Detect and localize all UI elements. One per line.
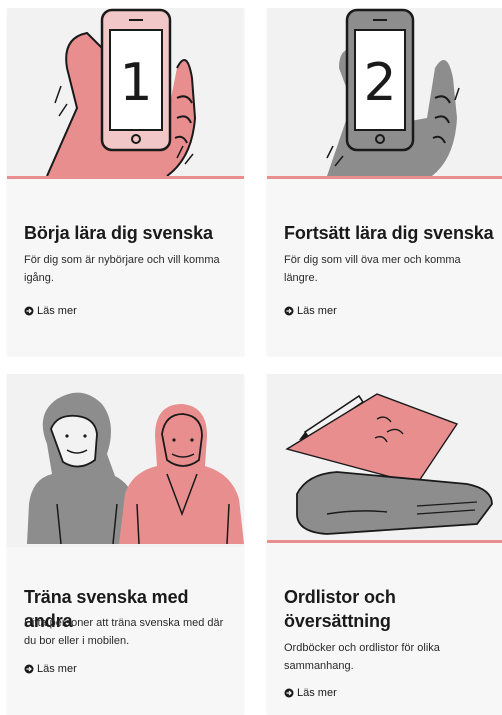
card-title[interactable]: Ordlistor och översättning <box>284 585 424 633</box>
card-title[interactable]: Fortsätt lära dig svenska <box>284 221 496 245</box>
card-fortsatt[interactable]: 2 Fortsätt lära dig svenska För dig som … <box>267 8 502 355</box>
read-more-link[interactable]: Läs mer <box>284 305 337 317</box>
read-more-link[interactable]: Läs mer <box>24 663 77 675</box>
hand-phone-1-illustration: 1 <box>7 8 244 176</box>
arrow-right-circle-icon <box>284 306 294 316</box>
arrow-right-circle-icon <box>24 664 34 674</box>
phone-number-1: 1 <box>119 53 152 113</box>
read-more-label: Läs mer <box>37 663 77 675</box>
hand-phone-2-illustration: 2 <box>267 8 502 176</box>
card-divider <box>267 540 502 543</box>
card-divider <box>7 544 244 547</box>
read-more-label: Läs mer <box>37 305 77 317</box>
read-more-label: Läs mer <box>297 305 337 317</box>
card-description: Hitta personer att träna svenska med där… <box>24 617 224 647</box>
paper-book-illustration <box>267 374 502 540</box>
read-more-link[interactable]: Läs mer <box>284 687 337 699</box>
arrow-right-circle-icon <box>24 306 34 316</box>
card-title[interactable]: Börja lära dig svenska <box>24 221 236 245</box>
arrow-right-circle-icon <box>284 688 294 698</box>
card-ordlistor[interactable]: Ordlistor och översättning Ordböcker och… <box>267 374 502 715</box>
card-divider <box>7 176 244 179</box>
card-description: För dig som vill öva mer och komma längr… <box>284 254 461 284</box>
card-trana[interactable]: Träna svenska med andra Hitta personer a… <box>7 374 244 715</box>
read-more-link[interactable]: Läs mer <box>24 305 77 317</box>
two-people-illustration <box>7 374 244 544</box>
read-more-label: Läs mer <box>297 687 337 699</box>
card-description: För dig som är nybörjare och vill komma … <box>24 254 220 284</box>
phone-number-2: 2 <box>363 53 396 113</box>
card-description: Ordböcker och ordlistor för olika samman… <box>284 642 440 672</box>
card-borja[interactable]: 1 Börja lära dig svenska För dig som är … <box>7 8 244 355</box>
card-divider <box>267 176 502 179</box>
